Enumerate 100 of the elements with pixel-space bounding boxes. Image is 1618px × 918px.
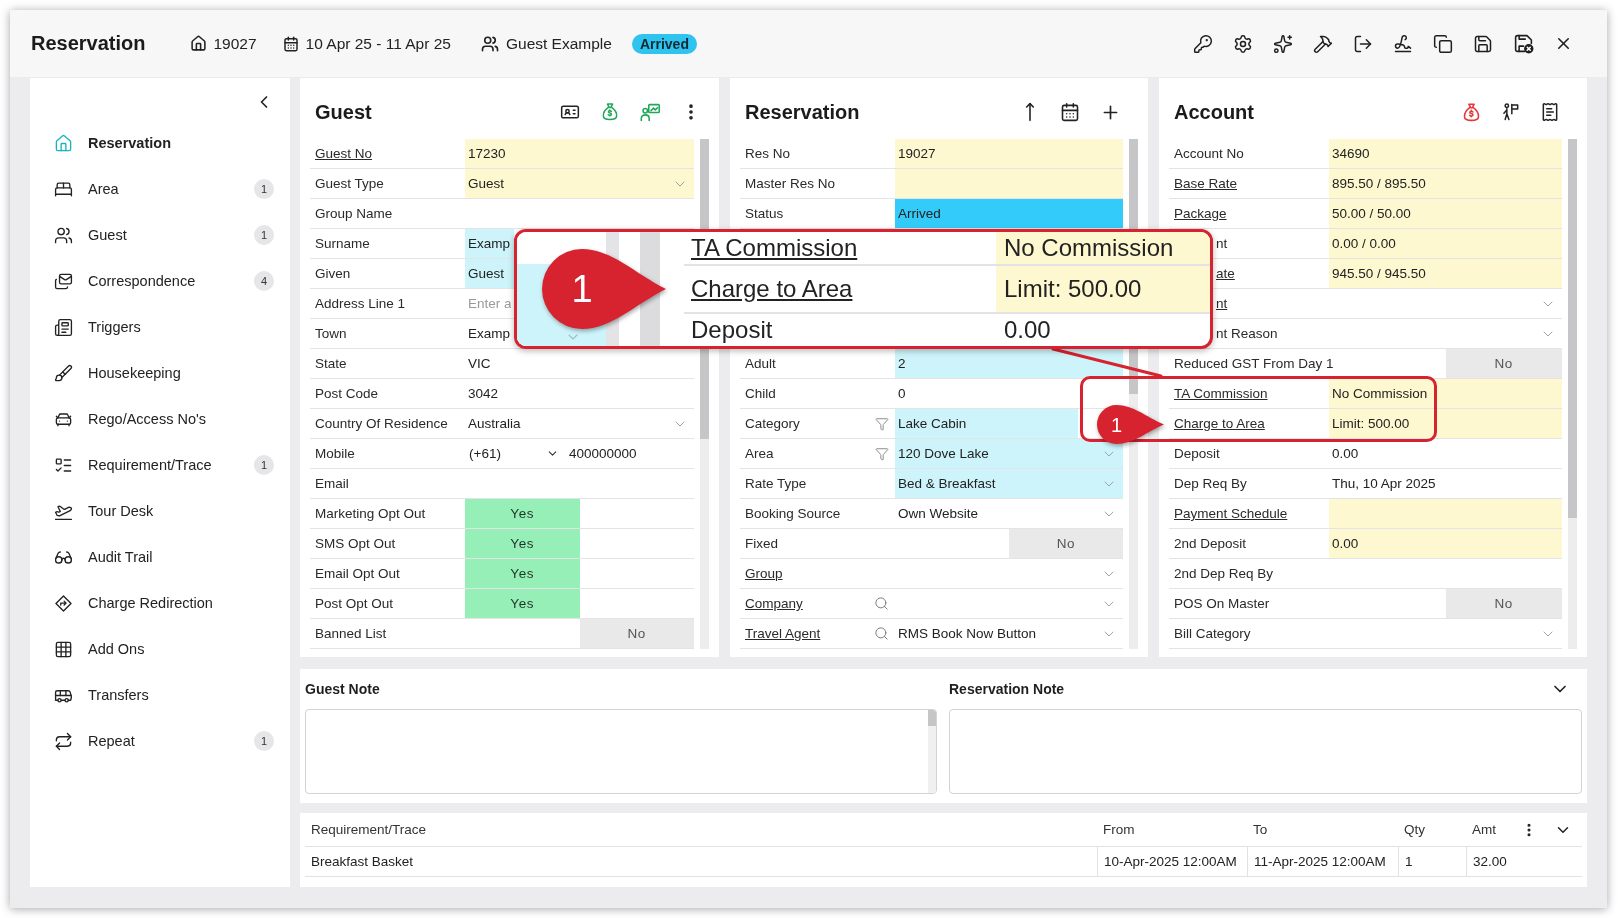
field-link[interactable]: nt — [1216, 296, 1228, 311]
field-link[interactable]: Guest No — [315, 146, 373, 161]
calendar-icon[interactable] — [1060, 102, 1080, 122]
sidebar-item[interactable]: Area 1 — [30, 166, 290, 212]
hammer-icon[interactable] — [1313, 33, 1333, 54]
receipt-icon[interactable] — [1540, 102, 1560, 122]
field-link[interactable]: Charge to Area — [1174, 416, 1265, 431]
money-bag-icon[interactable] — [1461, 101, 1482, 123]
sidebar-item[interactable]: Charge Redirection — [30, 580, 290, 626]
input-field[interactable]: 50.00 / 50.00 — [1329, 199, 1562, 228]
input-field[interactable]: Examp — [465, 229, 514, 258]
copy-icon[interactable] — [1433, 33, 1453, 54]
field-link[interactable]: Package — [1174, 206, 1227, 221]
logout-icon[interactable] — [1353, 33, 1373, 54]
field-link[interactable]: ate — [1216, 266, 1235, 281]
input-field[interactable]: 0 — [898, 386, 906, 401]
id-card-icon[interactable] — [560, 102, 580, 122]
input-field[interactable]: 0.00 — [1332, 446, 1359, 461]
field-label: Res No — [745, 146, 790, 161]
sidebar-item[interactable]: Add Ons — [30, 626, 290, 672]
field-link[interactable]: Company — [745, 596, 803, 611]
toggle-switch[interactable]: Yes — [465, 529, 580, 558]
toggle-switch[interactable]: No — [1445, 589, 1562, 618]
dropdown-field[interactable]: 120 Dove Lake — [895, 439, 1123, 468]
input-field[interactable] — [1329, 499, 1562, 528]
input-field[interactable]: 400000000 — [569, 446, 637, 461]
input-field[interactable]: Limit: 500.00 — [1329, 409, 1562, 438]
field-label: Category — [745, 416, 800, 431]
sidebar-item[interactable]: Housekeeping — [30, 350, 290, 396]
input-field[interactable]: No Commission — [1329, 379, 1562, 408]
search-icon[interactable] — [874, 596, 889, 611]
toggle-switch[interactable]: No — [579, 619, 694, 648]
sidebar-item[interactable]: Requirement/Trace 1 — [30, 442, 290, 488]
step-marker: 1 — [542, 249, 666, 329]
search-icon[interactable] — [874, 626, 889, 641]
input-field[interactable]: 17230 — [465, 139, 694, 168]
sidebar-item[interactable]: Transfers — [30, 672, 290, 718]
guest-note-field[interactable] — [305, 709, 937, 794]
toggle-switch[interactable]: Yes — [465, 499, 580, 528]
input-field[interactable] — [895, 169, 1123, 198]
input-field[interactable]: 0.00 / 0.00 — [1329, 229, 1562, 258]
signature-icon[interactable] — [1393, 33, 1413, 54]
save-icon[interactable] — [1473, 33, 1493, 54]
column-header: Qty — [1403, 821, 1426, 839]
person-flag-icon[interactable] — [1501, 102, 1521, 122]
toggle-switch[interactable]: No — [1009, 529, 1123, 558]
dropdown-field[interactable]: Guest — [465, 169, 694, 198]
input-field[interactable]: Thu, 10 Apr 2025 — [1332, 476, 1436, 491]
toggle-switch[interactable]: No — [1445, 349, 1562, 378]
field-link[interactable]: Base Rate — [1174, 176, 1238, 191]
money-bag-icon[interactable] — [600, 102, 620, 122]
magnified-value: 0.00 — [1003, 315, 1052, 345]
sidebar-item[interactable]: Reservation — [30, 120, 290, 166]
reservation-note-field[interactable] — [949, 709, 1582, 794]
input-field[interactable]: Lake Cabin — [895, 409, 1078, 438]
dropdown-field[interactable]: Bed & Breakfast — [895, 469, 1123, 498]
input-field[interactable]: 895.50 / 895.50 — [1329, 169, 1562, 198]
input-field[interactable]: VIC — [468, 356, 491, 371]
key-icon[interactable] — [1193, 33, 1213, 54]
scrollbar[interactable] — [1568, 139, 1577, 649]
save-x-icon[interactable] — [1513, 33, 1534, 54]
sidebar-item[interactable]: Tour Desk — [30, 488, 290, 534]
dropdown-field[interactable]: Australia — [465, 409, 694, 438]
sidebar-item[interactable]: Rego/Access No's — [30, 396, 290, 442]
sidebar-item[interactable]: Correspondence 4 — [30, 258, 290, 304]
input-field[interactable]: 3042 — [468, 386, 499, 401]
sidebar-item[interactable]: Triggers — [30, 304, 290, 350]
sidebar-item[interactable]: Repeat 1 — [30, 718, 290, 764]
toggle-switch[interactable]: Yes — [465, 559, 580, 588]
presenter-icon[interactable] — [640, 101, 661, 123]
field-link[interactable]: Payment Schedule — [1174, 506, 1288, 521]
input-field[interactable]: 19027 — [895, 139, 1123, 168]
input-field[interactable]: 34690 — [1329, 139, 1562, 168]
users-icon — [480, 34, 499, 53]
magnified-label: Charge to Area — [691, 275, 853, 303]
table-cell: 1 — [1398, 847, 1466, 876]
country-code-dropdown[interactable]: (+61) — [469, 446, 561, 461]
input-field[interactable]: 945.50 / 945.50 — [1329, 259, 1562, 288]
settings-icon[interactable] — [1233, 33, 1253, 54]
sidebar-item[interactable]: Audit Trail — [30, 534, 290, 580]
input-field[interactable]: 2 — [895, 349, 1123, 378]
input-field[interactable]: Enter a — [465, 289, 514, 318]
input-field[interactable]: Arrived — [895, 199, 1123, 228]
field-label: Adult — [745, 356, 776, 371]
input-field[interactable]: Examp — [468, 326, 511, 341]
dropdown-field[interactable]: RMS Book Now Button — [895, 619, 1123, 648]
column-header: From — [1102, 821, 1136, 839]
field-label: 2nd Deposit — [1174, 536, 1247, 551]
sidebar-item[interactable]: Guest 1 — [30, 212, 290, 258]
scrollbar[interactable] — [928, 710, 936, 793]
field-link[interactable]: Travel Agent — [745, 626, 821, 641]
input-field[interactable]: 0.00 — [1329, 529, 1562, 558]
field-label: Master Res No — [745, 176, 836, 191]
sparkles-icon[interactable] — [1273, 33, 1293, 54]
field-link[interactable]: TA Commission — [1174, 386, 1268, 401]
toggle-switch[interactable]: Yes — [465, 589, 580, 618]
field-link[interactable]: Group — [745, 566, 783, 581]
input-field[interactable]: Guest — [465, 259, 514, 288]
dropdown-field[interactable]: Own Website — [895, 499, 1123, 528]
magnified-value: Limit: 500.00 — [996, 266, 1210, 312]
